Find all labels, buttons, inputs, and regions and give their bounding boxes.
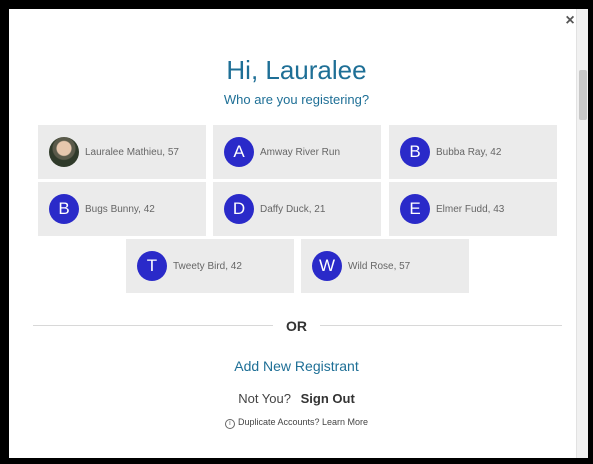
initial-avatar: B [400,137,430,167]
registering-prompt: Who are you registering? [223,92,370,107]
registrant-card[interactable]: W Wild Rose, 57 [301,239,469,293]
sign-out-link[interactable]: Sign Out [301,391,355,406]
registrant-card[interactable]: B Bubba Ray, 42 [389,125,557,179]
not-you-row: Not You? Sign Out [0,391,593,406]
greeting-title: Hi, Lauralee [226,55,367,85]
registrant-card[interactable]: E Elmer Fudd, 43 [389,182,557,236]
info-icon: i [224,419,235,429]
registrant-name: Wild Rose, 57 [348,260,411,272]
registrant-name: Elmer Fudd, 43 [436,203,505,215]
close-icon[interactable]: × [563,12,577,30]
registrant-name: Tweety Bird, 42 [173,260,242,272]
registrant-card[interactable]: B Bugs Bunny, 42 [38,182,206,236]
initial-avatar: E [400,194,430,224]
registrant-name: Lauralee Mathieu, 57 [85,146,179,158]
initial-avatar: T [137,251,167,281]
add-new-registrant-link[interactable]: Add New Registrant [0,358,593,374]
registrant-name: Daffy Duck, 21 [260,203,326,215]
or-separator: OR [286,318,307,334]
duplicate-accounts-link[interactable]: i Duplicate Accounts? Learn More [0,417,593,429]
registrant-card[interactable]: D Daffy Duck, 21 [213,182,381,236]
registrant-name: Bubba Ray, 42 [436,146,502,158]
initial-avatar: A [224,137,254,167]
registrant-name: Bugs Bunny, 42 [85,203,155,215]
registrant-name: Amway River Run [260,146,341,158]
duplicate-accounts-label: Duplicate Accounts? Learn More [237,417,369,427]
profile-photo-avatar [49,137,79,167]
registrant-card[interactable]: A Amway River Run [213,125,381,179]
initial-avatar: W [312,251,342,281]
initial-avatar: B [49,194,79,224]
registrant-card[interactable]: T Tweety Bird, 42 [126,239,294,293]
initial-avatar: D [224,194,254,224]
registrant-card[interactable]: Lauralee Mathieu, 57 [38,125,206,179]
not-you-label: Not You? [238,391,291,406]
